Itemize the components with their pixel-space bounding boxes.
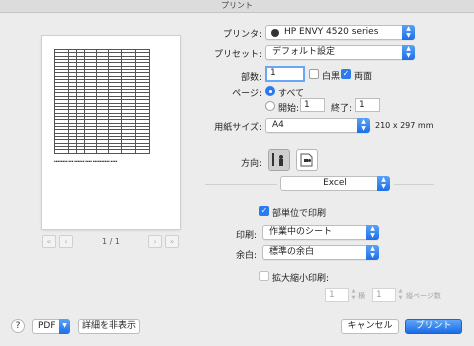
section-divider-right bbox=[394, 184, 434, 185]
bw-checkbox[interactable] bbox=[309, 69, 319, 79]
paper-size-value: A4 bbox=[272, 120, 284, 130]
preview-cell bbox=[108, 149, 122, 154]
print-what-value: 作業中のシート bbox=[269, 227, 333, 237]
margins-label: 余白: bbox=[235, 251, 257, 261]
paper-size-select[interactable]: A4 ▲ ▼ bbox=[265, 118, 370, 133]
landscape-orientation-icon bbox=[300, 153, 313, 167]
section-divider-left bbox=[205, 184, 277, 185]
presets-value: デフォルト設定 bbox=[272, 47, 336, 57]
printer-label: プリンタ: bbox=[222, 30, 262, 40]
section-stepper-icon: ▲ ▼ bbox=[377, 176, 390, 191]
presets-select[interactable]: デフォルト設定 ▲ ▼ bbox=[265, 45, 415, 60]
printer-value: HP ENVY 4520 series bbox=[284, 27, 379, 37]
print-per-copy-label: 部単位で印刷 bbox=[272, 209, 327, 219]
print-what-select[interactable]: 作業中のシート ▲ ▼ bbox=[262, 225, 379, 240]
print-dialog: ▪▪▪▪▪▪▪▪ ▪▪▪ ▪▪▪▪▪▪ ▪▪▪▪ ▪▪▪▪▪▪▪▪▪▪ ▪▪▪▪… bbox=[0, 13, 474, 346]
margins-select[interactable]: 標準の余白 ▲ ▼ bbox=[262, 245, 379, 260]
paper-size-label: 用紙サイズ: bbox=[214, 123, 262, 133]
range-to-field[interactable]: 1 bbox=[355, 98, 380, 112]
window-title: プリント bbox=[0, 0, 474, 13]
printer-icon bbox=[271, 29, 279, 37]
printer-select[interactable]: HP ENVY 4520 series ▲ ▼ bbox=[265, 25, 415, 40]
preview-cell bbox=[76, 149, 85, 154]
preview-footer-line: ▪▪▪▪▪▪▪▪ ▪▪▪ ▪▪▪▪▪▪ ▪▪▪▪ ▪▪▪▪▪▪▪▪▪▪ ▪▪▪▪ bbox=[54, 160, 118, 163]
last-page-button[interactable]: » bbox=[165, 235, 179, 248]
section-select[interactable]: Excel ▲ ▼ bbox=[280, 176, 390, 191]
section-value: Excel bbox=[323, 178, 347, 188]
landscape-orientation-button[interactable] bbox=[296, 149, 318, 171]
print-what-label: 印刷: bbox=[235, 231, 257, 241]
next-page-button[interactable]: › bbox=[148, 235, 162, 248]
printer-stepper-icon: ▲ ▼ bbox=[402, 25, 415, 40]
pdf-menu-button[interactable]: PDF ▼ bbox=[32, 319, 70, 334]
page-preview: ▪▪▪▪▪▪▪▪ ▪▪▪ ▪▪▪▪▪▪ ▪▪▪▪ ▪▪▪▪▪▪▪▪▪▪ ▪▪▪▪ bbox=[42, 36, 180, 229]
presets-label: プリセット: bbox=[213, 50, 262, 60]
scale-to-field[interactable]: 1 bbox=[372, 288, 396, 302]
copies-field[interactable]: 1 bbox=[265, 66, 305, 82]
scale-from-spinner[interactable]: ▲ ▼ bbox=[349, 288, 358, 302]
scale-checkbox[interactable] bbox=[259, 271, 269, 281]
page-indicator: 1 / 1 bbox=[102, 237, 120, 246]
preview-cell bbox=[84, 149, 97, 154]
previous-page-button[interactable]: ‹ bbox=[59, 235, 73, 248]
pdf-label: PDF bbox=[38, 321, 56, 331]
range-from-field[interactable]: 1 bbox=[300, 98, 325, 112]
scale-to-spinner[interactable]: ▲ ▼ bbox=[396, 288, 405, 302]
margins-stepper-icon: ▲ ▼ bbox=[366, 245, 379, 260]
preview-cell bbox=[68, 149, 77, 154]
help-button[interactable]: ? bbox=[11, 319, 25, 333]
print-button[interactable]: プリント bbox=[405, 319, 462, 334]
paper-dimensions: 210 x 297 mm bbox=[375, 121, 434, 130]
hide-details-button[interactable]: 詳細を非表示 bbox=[78, 319, 140, 334]
preview-cell bbox=[135, 149, 150, 154]
scale-from-field[interactable]: 1 bbox=[325, 288, 349, 302]
preview-pager: « ‹ 1 / 1 › » bbox=[42, 235, 180, 249]
presets-stepper-icon: ▲ ▼ bbox=[402, 45, 415, 60]
preview-row bbox=[54, 149, 150, 154]
cancel-button[interactable]: キャンセル bbox=[341, 319, 399, 334]
preview-spreadsheet bbox=[54, 48, 150, 154]
first-page-button[interactable]: « bbox=[42, 235, 56, 248]
chevron-down-icon: ▼ bbox=[59, 319, 70, 334]
scale-label: 拡大縮小印刷: bbox=[272, 274, 330, 284]
scale-across-label: 横 bbox=[358, 292, 365, 300]
portrait-orientation-button[interactable] bbox=[268, 149, 290, 171]
range-from-label: 開始: bbox=[278, 104, 300, 114]
print-per-copy-checkbox[interactable]: ✓ bbox=[259, 206, 269, 216]
duplex-checkbox[interactable]: ✓ bbox=[341, 69, 351, 79]
copies-label: 部数: bbox=[240, 73, 262, 83]
bw-label: 白黒 bbox=[322, 72, 341, 82]
paper-size-stepper-icon: ▲ ▼ bbox=[357, 118, 370, 133]
portrait-orientation-icon bbox=[272, 153, 283, 166]
preview-cell bbox=[54, 149, 69, 154]
pages-range-radio[interactable] bbox=[265, 101, 275, 111]
pages-all-radio[interactable] bbox=[265, 86, 275, 96]
preview-cell bbox=[96, 149, 109, 154]
orientation-label: 方向: bbox=[240, 159, 262, 169]
print-what-stepper-icon: ▲ ▼ bbox=[366, 225, 379, 240]
margins-value: 標準の余白 bbox=[269, 247, 315, 257]
duplex-label: 両面 bbox=[354, 72, 373, 82]
scale-down-label: 縦ページ数 bbox=[406, 292, 441, 300]
pages-label: ページ: bbox=[232, 89, 262, 99]
preview-cell bbox=[121, 149, 136, 154]
range-to-label: 終了: bbox=[331, 104, 353, 114]
